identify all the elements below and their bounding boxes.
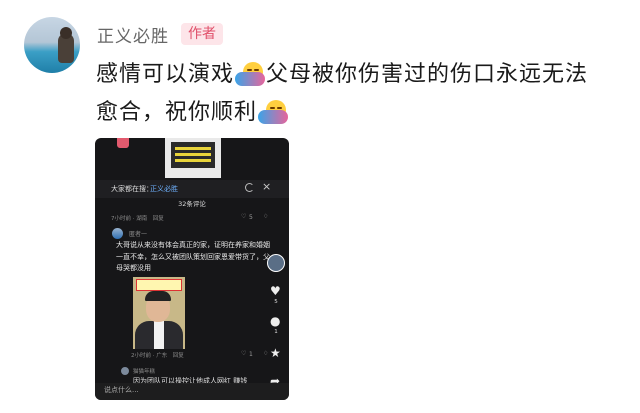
author-avatar[interactable]: [24, 17, 80, 73]
post-text-part: 愈合，祝你顺利: [96, 100, 258, 125]
post-text-part: 感情可以演戏: [96, 62, 235, 87]
author-name[interactable]: 正义必胜: [97, 22, 169, 47]
post-text: 感情可以演戏 父母被你伤害过的伤口永远无法 愈合，祝你顺利: [96, 56, 626, 132]
dislike-icon: ♢: [263, 213, 269, 220]
heart-icon: ♥: [270, 284, 281, 298]
sidebar-comment-count: 1: [274, 329, 278, 335]
hug-emoji-icon: [235, 62, 266, 88]
dislike-icon: ♢: [263, 350, 269, 357]
like-count: 1: [249, 351, 253, 358]
sidebar-like-count: 5: [274, 299, 278, 305]
heart-icon: ♡: [241, 350, 247, 357]
reply-avatar: [121, 367, 129, 375]
author-badge: 作者: [181, 23, 223, 45]
search-suggestion-label: 大家都在搜：: [111, 185, 153, 193]
heart-icon: ♡: [241, 213, 247, 220]
avatar-figure-head: [60, 27, 72, 39]
post-text-part: 父母被你伤害过的伤口永远无法: [266, 62, 589, 87]
cutoff-text: [94, 404, 314, 413]
comment-meta: 7小时前 · 湖南 回复: [111, 216, 164, 222]
commenter-name: 匿者一: [129, 231, 148, 238]
reply-user: 猫猫年糕: [133, 369, 156, 375]
like-count: 5: [249, 214, 253, 221]
search-suggestion-keyword: 正义必胜: [150, 185, 178, 193]
close-icon: ×: [262, 180, 272, 193]
attached-screenshot[interactable]: 大家都在搜： 正义必胜 × 32条评论 7小时前 · 湖南 回复 ♡ 5 ♢ 匿…: [95, 138, 289, 400]
comment-image: [133, 277, 185, 349]
image-caption-banner: [136, 279, 182, 291]
refresh-icon: [245, 183, 254, 192]
video-thumbnail: [165, 138, 221, 178]
star-icon: ★: [270, 346, 281, 360]
comment-meta: 2小时前 · 广东 回复: [131, 353, 184, 359]
comment-text: 大哥说从来没有体会真正的家，证明在养家和婚姻一直不幸，怎么又被团队策划回家恩爱带…: [116, 241, 270, 272]
comment-compose-placeholder: 说点什么...: [104, 386, 139, 394]
commenter-avatar: [112, 228, 123, 239]
creator-avatar: [267, 254, 285, 272]
app-icon: [117, 138, 129, 148]
comment-icon: ●: [270, 314, 281, 328]
hug-emoji-icon: [258, 100, 289, 126]
comment-count: 32条评论: [178, 200, 206, 208]
